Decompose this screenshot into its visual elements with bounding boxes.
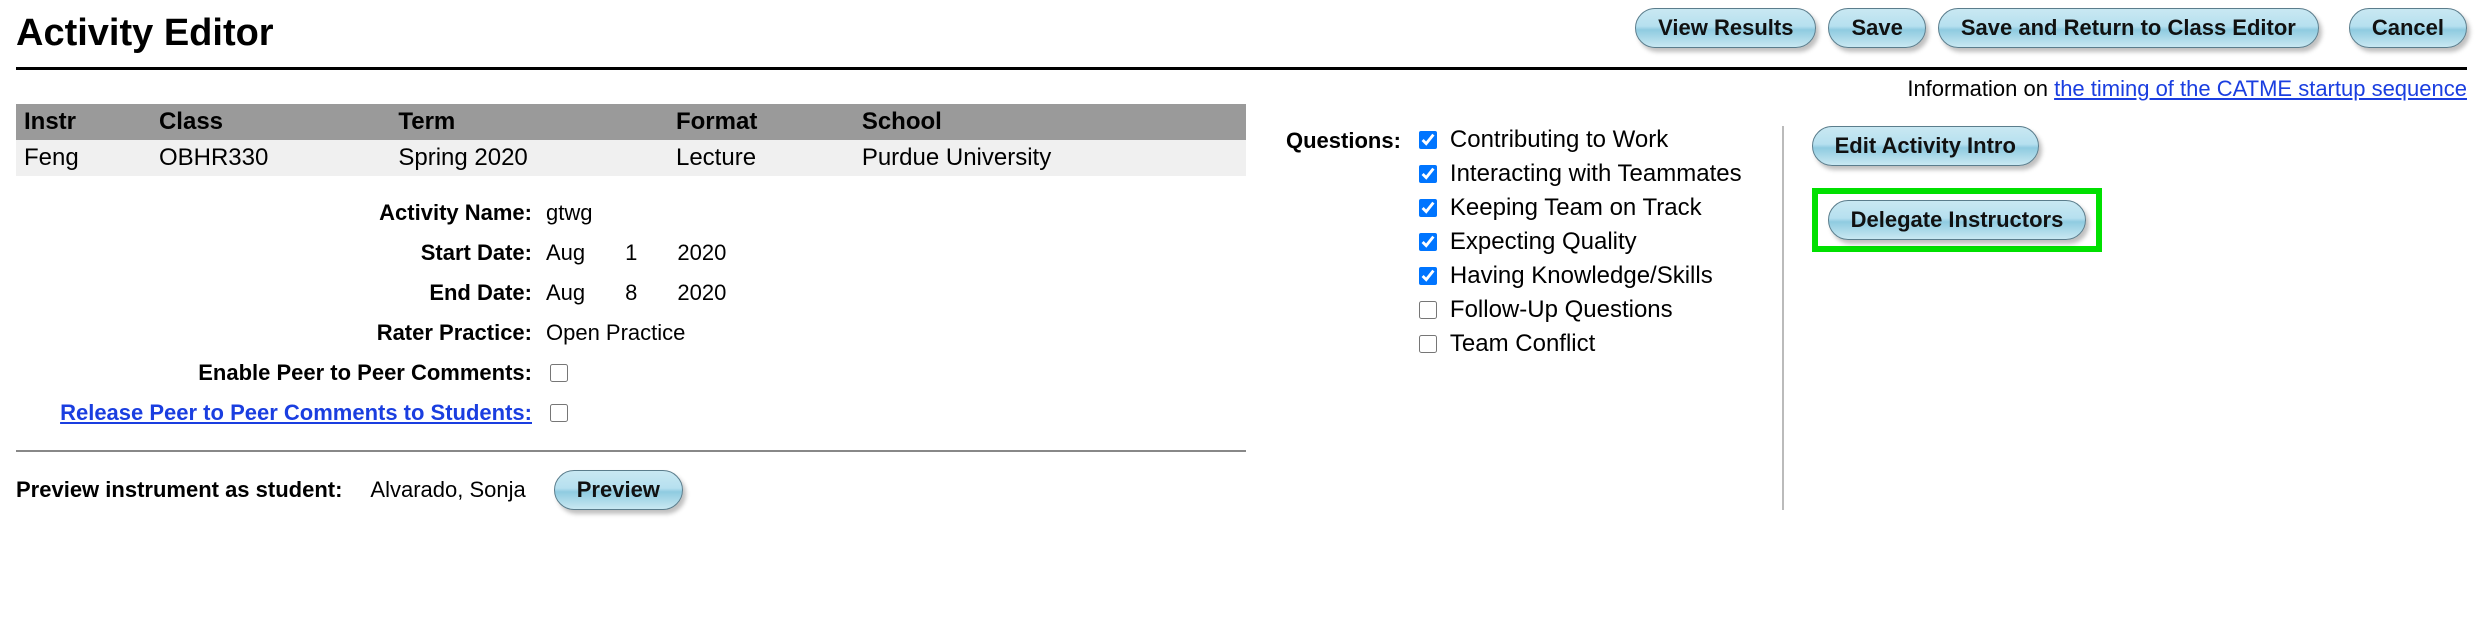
question-label: Having Knowledge/Skills: [1450, 262, 1713, 290]
end-month: Aug: [546, 280, 585, 306]
cell-term: Spring 2020: [390, 140, 668, 176]
cancel-button[interactable]: Cancel: [2349, 8, 2467, 48]
question-item: Expecting Quality: [1415, 228, 1742, 256]
start-day: 1: [625, 240, 637, 266]
info-line: Information on the timing of the CATME s…: [16, 76, 2467, 102]
preview-button[interactable]: Preview: [554, 470, 683, 510]
question-checkbox[interactable]: [1419, 131, 1437, 149]
question-item: Contributing to Work: [1415, 126, 1742, 154]
side-buttons: Edit Activity Intro Delegate Instructors: [1782, 126, 2103, 510]
start-year: 2020: [677, 240, 726, 266]
cell-format: Lecture: [668, 140, 854, 176]
delegate-instructors-button[interactable]: Delegate Instructors: [1828, 200, 2087, 240]
enable-p2p-label: Enable Peer to Peer Comments:: [16, 360, 546, 386]
end-year: 2020: [677, 280, 726, 306]
top-button-bar: View Results Save Save and Return to Cla…: [1635, 8, 2467, 48]
preview-label: Preview instrument as student:: [16, 477, 342, 503]
start-month: Aug: [546, 240, 585, 266]
save-return-button[interactable]: Save and Return to Class Editor: [1938, 8, 2319, 48]
activity-details: Activity Name: gtwg Start Date: Aug 1 20…: [16, 200, 1246, 452]
preview-row: Preview instrument as student: Alvarado,…: [16, 470, 1246, 510]
questions-block: Questions: Contributing to Work Interact…: [1286, 126, 1742, 510]
rater-practice-label: Rater Practice:: [16, 320, 546, 346]
question-item: Follow-Up Questions: [1415, 296, 1742, 324]
question-checkbox[interactable]: [1419, 301, 1437, 319]
cell-instr: Feng: [16, 140, 151, 176]
question-label: Contributing to Work: [1450, 126, 1668, 154]
save-button[interactable]: Save: [1828, 8, 1925, 48]
edit-activity-intro-button[interactable]: Edit Activity Intro: [1812, 126, 2039, 166]
view-results-button[interactable]: View Results: [1635, 8, 1816, 48]
end-date-label: End Date:: [16, 280, 546, 306]
col-format: Format: [668, 104, 854, 140]
col-school: School: [854, 104, 1246, 140]
questions-label: Questions:: [1286, 126, 1401, 510]
question-checkbox[interactable]: [1419, 267, 1437, 285]
enable-p2p-checkbox[interactable]: [550, 364, 568, 382]
question-label: Keeping Team on Track: [1450, 194, 1702, 222]
question-item: Interacting with Teammates: [1415, 160, 1742, 188]
end-day: 8: [625, 280, 637, 306]
table-row: Feng OBHR330 Spring 2020 Lecture Purdue …: [16, 140, 1246, 176]
activity-name-label: Activity Name:: [16, 200, 546, 226]
start-date-label: Start Date:: [16, 240, 546, 266]
cell-class: OBHR330: [151, 140, 390, 176]
cell-school: Purdue University: [854, 140, 1246, 176]
question-item: Keeping Team on Track: [1415, 194, 1742, 222]
info-prefix: Information on: [1907, 76, 2054, 101]
activity-name-value: gtwg: [546, 200, 592, 226]
questions-list: Contributing to Work Interacting with Te…: [1415, 126, 1742, 356]
question-item: Having Knowledge/Skills: [1415, 262, 1742, 290]
question-label: Team Conflict: [1450, 330, 1595, 356]
class-info-table: Instr Class Term Format School Feng OBHR…: [16, 104, 1246, 176]
question-checkbox[interactable]: [1419, 199, 1437, 217]
col-instr: Instr: [16, 104, 151, 140]
question-label: Expecting Quality: [1450, 228, 1637, 256]
rater-practice-value: Open Practice: [546, 320, 685, 346]
page-title: Activity Editor: [16, 8, 274, 59]
delegate-highlight: Delegate Instructors: [1812, 188, 2103, 252]
release-p2p-link[interactable]: Release Peer to Peer Comments to Student…: [60, 400, 532, 425]
release-p2p-checkbox[interactable]: [550, 404, 568, 422]
info-link[interactable]: the timing of the CATME startup sequence: [2054, 76, 2467, 101]
col-class: Class: [151, 104, 390, 140]
start-date-value: Aug 1 2020: [546, 240, 726, 266]
preview-student-name: Alvarado, Sonja: [370, 477, 525, 503]
question-item: Team Conflict: [1415, 330, 1742, 356]
col-term: Term: [390, 104, 668, 140]
question-checkbox[interactable]: [1419, 335, 1437, 353]
question-checkbox[interactable]: [1419, 233, 1437, 251]
question-label: Interacting with Teammates: [1450, 160, 1742, 188]
question-label: Follow-Up Questions: [1450, 296, 1673, 324]
question-checkbox[interactable]: [1419, 165, 1437, 183]
end-date-value: Aug 8 2020: [546, 280, 726, 306]
